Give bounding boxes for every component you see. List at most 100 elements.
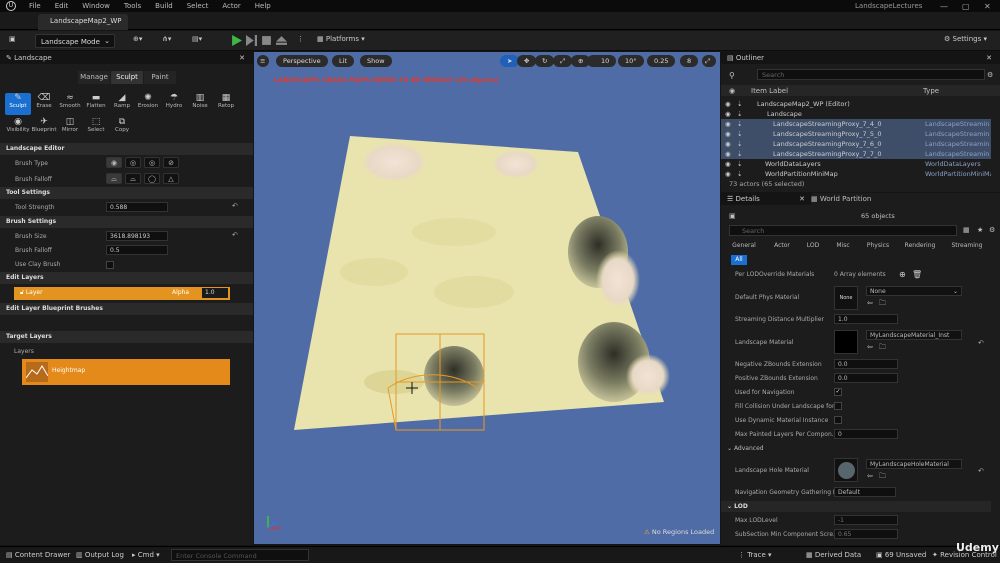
browse-icon[interactable]: 🗀︎ [879,299,886,310]
brush-alpha-button[interactable]: ◎ [125,157,141,168]
landscape-editor-header[interactable]: Landscape Editor [0,143,253,155]
close-panel-icon[interactable]: ✕ [239,54,245,62]
favorite-icon[interactable]: ★ [977,226,983,234]
blueprint-icon[interactable]: ⋔▾ [162,35,171,43]
cinematics-icon[interactable]: ▤▾ [192,35,202,43]
hole-material-dropdown[interactable]: MyLandscapeHoleMaterial [866,459,962,469]
minimize-icon[interactable]: — [940,2,948,11]
tool-ramp[interactable]: ◢ Ramp [109,93,135,115]
eye-icon[interactable]: ◉ [725,150,731,158]
use-dynamic-material-checkbox[interactable] [834,416,842,424]
column-type[interactable]: Type [923,87,939,95]
edit-layers-header[interactable]: Edit Layers [0,272,253,284]
edit-layer-bp-brushes-header[interactable]: Edit Layer Blueprint Brushes [0,303,253,315]
tool-copy[interactable]: ⧉ Copy [109,117,135,137]
lod-section[interactable]: ⌄ LOD [721,501,991,512]
trace-button[interactable]: ⋮ Trace ▾ [738,551,772,559]
subsection-input[interactable]: 0.65 [834,529,898,539]
grid-view-icon[interactable]: ▦ [963,226,970,234]
pin-icon[interactable]: ⇣ [737,100,742,108]
tool-mirror[interactable]: ◫ Mirror [57,117,83,137]
content-drawer-button[interactable]: ▤ Content Drawer [6,551,70,559]
max-lod-input[interactable]: -1 [834,515,898,525]
tool-sculpt[interactable]: ✎ Sculpt [5,93,31,115]
falloff-spherical-button[interactable]: ◯ [144,173,160,184]
pin-icon[interactable]: ⇣ [737,160,742,168]
menu-edit[interactable]: Edit [48,2,76,10]
mode-sculpt[interactable]: Sculpt [111,71,143,84]
menu-build[interactable]: Build [148,2,180,10]
mode-manage[interactable]: Manage [78,71,110,84]
tool-visibility[interactable]: ◉ Visibility [5,117,31,137]
use-selected-icon[interactable]: ⇦ [867,343,873,351]
filter-lod[interactable]: LOD [801,242,825,253]
edit-layer-row[interactable]: 🔓︎ Layer Alpha 1.0 [14,287,230,300]
landscape-material-dropdown[interactable]: MyLandscapeMaterial_Inst [866,330,962,340]
reset-icon[interactable]: ↶ [232,202,238,210]
brush-settings-header[interactable]: Brush Settings [0,216,253,228]
unsaved-button[interactable]: ▣ 69 Unsaved [876,551,926,559]
output-log-button[interactable]: ▥ Output Log [76,551,124,559]
tool-select[interactable]: ⬚ Select [83,117,109,137]
falloff-linear-button[interactable]: ⌓ [125,173,141,184]
add-actor-icon[interactable]: ⊕▾ [133,35,142,43]
tab-landscapemap[interactable]: LandscapeMap2_WP [38,14,128,30]
add-element-icon[interactable]: ⊕ [899,270,906,279]
save-icon[interactable]: ▣ [9,35,16,43]
outliner-settings-icon[interactable]: ⚙ [987,71,993,79]
close-icon[interactable]: ✕ [984,2,991,11]
target-layers-header[interactable]: Target Layers [0,331,253,343]
brush-pattern-button[interactable]: ◎ [144,157,160,168]
stop-icon[interactable] [261,35,272,46]
reset-icon[interactable]: ↶ [978,467,984,475]
tool-erosion[interactable]: ✺ Erosion [135,93,161,115]
filter-general[interactable]: General [729,242,759,253]
phys-material-dropdown[interactable]: None ⌄ [866,286,962,296]
nav-geometry-dropdown[interactable]: Default [834,487,896,497]
brush-falloff-input[interactable]: 0.5 [106,245,168,255]
eye-icon[interactable]: ◉ [725,110,731,118]
tool-strength-input[interactable]: 0.588 [106,202,168,212]
brush-component-button[interactable]: ⊘ [163,157,179,168]
pin-icon[interactable]: ⇣ [737,130,742,138]
browse-icon[interactable]: 🗀︎ [879,472,886,483]
pin-icon[interactable]: ⇣ [737,170,742,178]
tool-settings-header[interactable]: Tool Settings [0,187,253,199]
details-tab[interactable]: ☰ Details ✕ [721,193,811,205]
tool-blueprint[interactable]: ✈ Blueprint [31,117,57,137]
unreal-logo-icon[interactable]: U [6,1,16,11]
heightmap-layer-row[interactable]: Heightmap [22,359,230,385]
phys-material-thumbnail[interactable]: None [834,286,858,310]
world-partition-tab[interactable]: ▦ World Partition [811,195,871,203]
console-input[interactable]: Enter Console Command [171,549,309,561]
play-options-icon[interactable]: ⋮ [297,35,304,43]
menu-select[interactable]: Select [180,2,216,10]
eye-icon[interactable]: ◉ [725,170,731,178]
pin-icon[interactable]: ⇣ [737,150,742,158]
filter-all[interactable]: All [731,255,747,265]
cmd-button[interactable]: ▸ Cmd ▾ [132,551,160,559]
outliner-row[interactable]: ◉ ⇣ WorldPartitionMiniMap WorldPartitionMin… [721,169,991,179]
details-settings-icon[interactable]: ⚙ [989,226,995,234]
outliner-row[interactable]: ◉ ⇣ LandscapeStreamingProxy_7_5_0 Landscape… [721,129,991,139]
settings-button[interactable]: ⚙ Settings ▾ [944,35,987,43]
eye-icon[interactable]: ◉ [725,160,731,168]
reset-icon[interactable]: ↶ [978,339,984,347]
falloff-smooth-button[interactable]: ⌓ [106,173,122,184]
brush-circle-button[interactable]: ◉ [106,157,122,168]
outliner-row[interactable]: ◉ ⇣ LandscapeStreamingProxy_7_7_0 Landscape… [721,149,991,159]
derived-data-button[interactable]: ▦ Derived Data [806,551,861,559]
streaming-distance-input[interactable]: 1.0 [834,314,898,324]
eye-icon[interactable]: ◉ [725,140,731,148]
pin-icon[interactable]: ⇣ [737,110,742,118]
filter-streaming[interactable]: Streaming [947,242,987,253]
negative-zbounds-input[interactable]: 0.0 [834,359,898,369]
outliner-row[interactable]: ◉ ⇣ LandscapeStreamingProxy_7_4_0 Landscape… [721,119,991,129]
level-viewport[interactable]: ≡ Perspective Lit Show ➤ ✥ ↻ ⤢ ⊕ ⊞ 10 10… [254,52,720,544]
eye-icon[interactable]: ◉ [725,120,731,128]
mode-paint[interactable]: Paint [144,71,176,84]
delete-icon[interactable]: 🗑︎ [912,270,922,279]
used-for-navigation-checkbox[interactable]: ✓ [834,388,842,396]
outliner-row[interactable]: ◉ ⇣ LandscapeMap2_WP (Editor) [721,99,991,109]
filter-icon[interactable]: ⚲ [729,71,735,80]
